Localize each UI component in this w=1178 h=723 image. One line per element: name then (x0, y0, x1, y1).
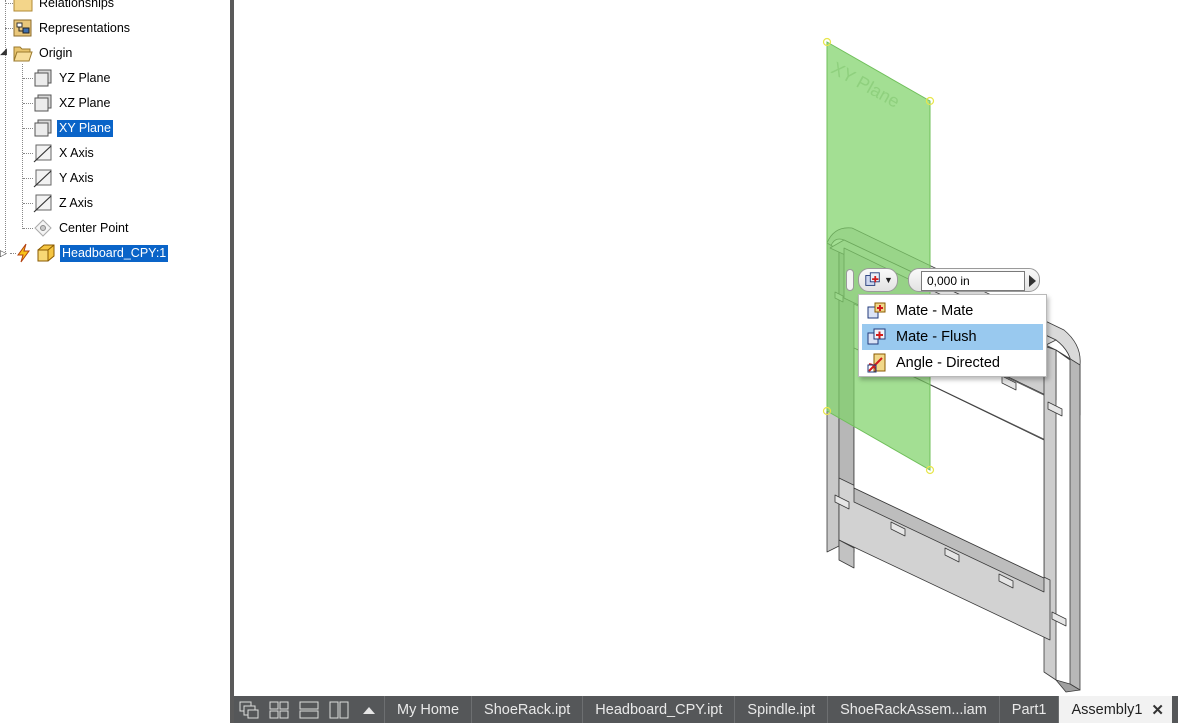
mate-flush-icon (864, 271, 882, 289)
tree-connector (23, 78, 33, 79)
tab-label: Part1 (1011, 701, 1047, 718)
cascade-icon (239, 701, 259, 718)
tab-label: ShoeRack.ipt (484, 701, 571, 718)
arrange-horizontal-button[interactable] (294, 696, 324, 723)
tree-item-y-axis[interactable]: Y Axis (33, 167, 96, 189)
mate-mate-icon (866, 300, 888, 322)
tile-icon (269, 701, 289, 718)
tree-connector (23, 203, 33, 204)
expand-caret-icon[interactable]: ▷ (0, 248, 7, 259)
tree-item-center-point[interactable]: Center Point (33, 217, 130, 239)
tree-item-xy-plane[interactable]: XY Plane (33, 117, 113, 139)
axis-icon (33, 168, 53, 188)
tab-spindle-ipt[interactable]: Spindle.ipt (734, 696, 827, 723)
expand-caret-icon[interactable]: ◢ (0, 46, 7, 57)
plane-icon (33, 118, 53, 138)
open-folder-icon (13, 43, 33, 63)
tree-item-xz-plane[interactable]: XZ Plane (33, 92, 112, 114)
tab-part1[interactable]: Part1 (998, 696, 1059, 723)
lightning-icon (14, 243, 34, 263)
tree-item-relationships[interactable]: Relationships (13, 0, 116, 14)
center-point-icon (33, 218, 53, 238)
tree-item-label: YZ Plane (59, 70, 111, 85)
tree-item-label: Z Axis (59, 195, 94, 210)
tree-item-yz-plane[interactable]: YZ Plane (33, 67, 112, 89)
tree-item-x-axis[interactable]: X Axis (33, 142, 96, 164)
constraint-type-menu: Mate - Mate Mate - Flush Angle - Directe… (858, 294, 1047, 377)
tree-item-label: Headboard_CPY:1 (60, 244, 169, 262)
vertical-split-icon (329, 701, 349, 718)
tree-item-label: Center Point (59, 220, 129, 235)
tab-list-button[interactable] (354, 696, 384, 723)
axis-icon (33, 193, 53, 213)
tree-item-label: Representations (39, 20, 131, 35)
graphics-viewport[interactable]: XY Plane ▼ Mate - Mate Mate - Flus (234, 0, 1178, 696)
mate-flush-icon (866, 326, 888, 348)
plane-icon (33, 93, 53, 113)
cascade-windows-button[interactable] (234, 696, 264, 723)
tab-my-home[interactable]: My Home (384, 696, 471, 723)
tree-item-label: XZ Plane (59, 95, 111, 110)
tree-connector (5, 3, 13, 4)
representations-icon (13, 18, 33, 38)
tile-windows-button[interactable] (264, 696, 294, 723)
menu-item-mate-flush[interactable]: Mate - Flush (862, 324, 1043, 350)
part-icon (36, 243, 56, 263)
offset-field-wrapper (908, 268, 1040, 292)
tree-item-label: X Axis (59, 145, 94, 160)
tree-connector (23, 178, 33, 179)
tree-item-representations[interactable]: Representations (13, 17, 132, 39)
tree-item-label: Relationships (39, 0, 115, 10)
tab-headboard-cpy-ipt[interactable]: Headboard_CPY.ipt (582, 696, 734, 723)
folder-icon (13, 0, 33, 13)
tab-shoerack-ipt[interactable]: ShoeRack.ipt (471, 696, 582, 723)
tree-connector (5, 0, 6, 252)
tab-label: Spindle.ipt (747, 701, 816, 718)
tree-connector (5, 28, 13, 29)
angle-directed-icon (866, 352, 888, 374)
tree-item-label: XY Plane (57, 119, 113, 137)
tree-connector (23, 103, 33, 104)
chevron-up-icon (363, 706, 375, 714)
plane-icon (33, 68, 53, 88)
axis-icon (33, 143, 53, 163)
constraint-type-button[interactable]: ▼ (858, 268, 898, 292)
tree-item-label: Origin (39, 45, 73, 60)
horizontal-split-icon (299, 701, 319, 718)
tree-item-label: Y Axis (59, 170, 94, 185)
tree-connector (23, 153, 33, 154)
tab-label: My Home (397, 701, 460, 718)
tree-connector (23, 228, 33, 229)
tab-label: ShoeRackAssem...iam (840, 701, 987, 718)
offset-input[interactable] (921, 271, 1025, 291)
menu-item-label: Mate - Flush (896, 329, 977, 345)
tab-label: Assembly1 (1071, 701, 1143, 718)
tree-connector (22, 64, 23, 229)
xy-plane-preview: XY Plane (822, 37, 935, 475)
tree-item-z-axis[interactable]: Z Axis (33, 192, 95, 214)
close-icon[interactable]: ✕ (1151, 701, 1164, 719)
menu-item-mate-mate[interactable]: Mate - Mate (862, 298, 1043, 324)
menu-item-label: Angle - Directed (896, 355, 1000, 371)
document-tab-bar: My Home ShoeRack.ipt Headboard_CPY.ipt S… (234, 696, 1178, 723)
tree-item-origin[interactable]: Origin (13, 42, 74, 64)
chevron-down-icon: ▼ (884, 275, 893, 285)
tab-assembly1[interactable]: Assembly1 ✕ (1058, 696, 1172, 723)
menu-item-angle-directed[interactable]: Angle - Directed (862, 350, 1043, 376)
toolbar-grip[interactable] (846, 269, 854, 291)
tree-item-headboard[interactable]: Headboard_CPY:1 (14, 242, 169, 264)
menu-item-label: Mate - Mate (896, 303, 974, 319)
tab-label: Headboard_CPY.ipt (595, 701, 723, 718)
tree-connector (23, 128, 33, 129)
model-browser: Relationships Representations ◢ Origin Y… (0, 0, 230, 723)
arrange-vertical-button[interactable] (324, 696, 354, 723)
tab-shoerack-assembly[interactable]: ShoeRackAssem...iam (827, 696, 999, 723)
apply-arrow-icon[interactable] (1029, 275, 1036, 287)
